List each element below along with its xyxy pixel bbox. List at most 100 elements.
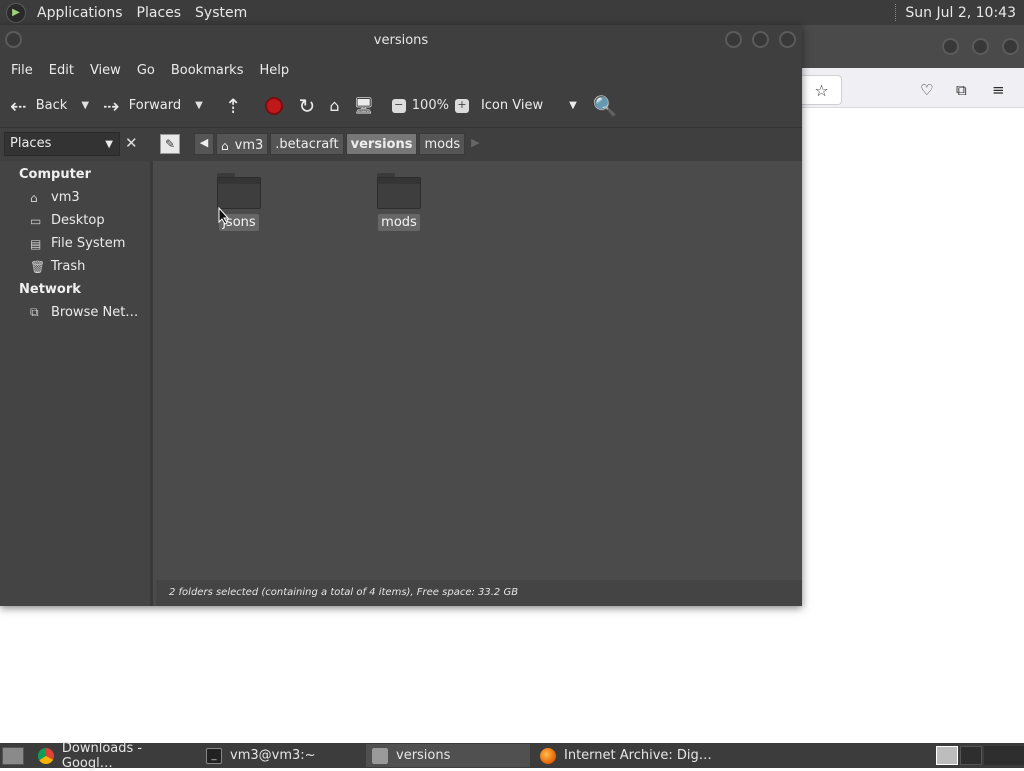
menu-view[interactable]: View <box>82 63 129 78</box>
zoom-in-button[interactable]: + <box>454 98 469 113</box>
back-history-dropdown[interactable]: ▼ <box>81 100 89 111</box>
main-toolbar: ⇠ Back ▼ ⇢ Forward ▼ ⇡ ↻ ⌂ 🖥 − 100% + Ic… <box>0 84 802 128</box>
sidebar-item-browse-network[interactable]: ⧉ Browse Net… <box>0 301 150 324</box>
back-label: Back <box>35 98 68 113</box>
view-mode-label: Icon View <box>480 98 544 113</box>
sidebar-item-label: Desktop <box>51 213 105 228</box>
taskbar-item-terminal[interactable]: _ vm3@vm3:~ <box>200 744 362 767</box>
crumb-label: vm3 <box>234 138 264 153</box>
folder-icon <box>377 173 421 209</box>
menu-edit[interactable]: Edit <box>41 63 82 78</box>
workspace-2[interactable] <box>960 746 982 765</box>
bookmark-star-icon[interactable]: ☆ <box>802 75 842 105</box>
taskbar-item-versions[interactable]: versions <box>366 744 530 767</box>
mouse-cursor-icon <box>218 207 230 225</box>
sidebar-item-label: Trash <box>51 259 86 274</box>
hamburger-menu-icon[interactable]: ≡ <box>992 81 1005 99</box>
browser-titlebar[interactable] <box>802 25 1024 68</box>
breadcrumb: ◀ ⌂ vm3 .betacraft versions mods ▶ <box>194 133 486 155</box>
desktop-icon: ▭ <box>30 213 42 228</box>
distro-logo-icon[interactable]: ▶ <box>6 2 26 23</box>
trash-icon: 🗑 <box>30 259 46 274</box>
workspace-3[interactable] <box>984 746 1024 765</box>
crumb-betacraft[interactable]: .betacraft <box>270 133 344 155</box>
maximize-button[interactable] <box>752 31 769 48</box>
places-menu[interactable]: Places <box>130 5 189 21</box>
task-label: Internet Archive: Dig… <box>564 748 712 763</box>
menu-help[interactable]: Help <box>251 63 297 78</box>
sidebar-item-label: File System <box>51 236 126 251</box>
edit-location-icon[interactable]: ✎ <box>160 134 180 154</box>
crumb-mods[interactable]: mods <box>419 133 466 155</box>
zoom-level: 100% <box>411 98 449 113</box>
places-sidebar: Computer ⌂ vm3 ▭ Desktop ▤ File System 🗑… <box>0 161 153 606</box>
sidebar-item-file-system[interactable]: ▤ File System <box>0 232 150 255</box>
task-label: Downloads - Googl… <box>61 740 143 771</box>
search-icon[interactable]: 🔍 <box>593 94 618 118</box>
minimize-button[interactable] <box>942 38 959 55</box>
stop-icon[interactable] <box>264 96 283 115</box>
maximize-button[interactable] <box>972 38 989 55</box>
folder-label: mods <box>378 214 420 231</box>
status-bar: 2 folders selected (containing a total o… <box>156 580 802 606</box>
home-icon: ⌂ <box>30 190 38 205</box>
crumb-vm3[interactable]: ⌂ vm3 <box>216 133 269 155</box>
crumb-scroll-right[interactable]: ▶ <box>467 133 483 155</box>
close-button[interactable] <box>779 31 796 48</box>
sidebar-item-desktop[interactable]: ▭ Desktop <box>0 209 150 232</box>
menu-go[interactable]: Go <box>129 63 163 78</box>
close-sidebar-icon[interactable]: ✕ <box>125 134 138 152</box>
extensions-icon[interactable]: ⧉ <box>956 81 967 99</box>
sidebar-item-trash[interactable]: 🗑 Trash <box>0 255 150 278</box>
folder-item-mods[interactable]: mods <box>364 173 434 231</box>
location-bar: Places ▼ ✕ ✎ ◀ ⌂ vm3 .betacraft versions… <box>0 128 802 161</box>
folder-icon <box>372 747 388 764</box>
crumb-versions[interactable]: versions <box>345 133 418 155</box>
reload-icon[interactable]: ↻ <box>299 94 316 118</box>
sidebar-item-vm3[interactable]: ⌂ vm3 <box>0 186 150 209</box>
up-arrow-icon[interactable]: ⇡ <box>225 94 242 118</box>
menubar: File Edit View Go Bookmarks Help <box>0 56 802 84</box>
window-title: versions <box>373 33 429 48</box>
applications-menu[interactable]: Applications <box>30 5 130 21</box>
chevron-down-icon: ▼ <box>105 139 113 150</box>
forward-history-dropdown[interactable]: ▼ <box>195 100 203 111</box>
show-desktop-icon[interactable] <box>2 746 24 765</box>
terminal-icon: _ <box>206 747 222 764</box>
task-label: versions <box>396 748 451 763</box>
computer-icon[interactable]: 🖥 <box>353 96 373 115</box>
crumb-scroll-left[interactable]: ◀ <box>194 133 214 155</box>
menu-bookmarks[interactable]: Bookmarks <box>163 63 252 78</box>
menu-file[interactable]: File <box>3 63 41 78</box>
chevron-down-icon: ▼ <box>569 100 577 111</box>
close-button[interactable] <box>1002 38 1019 55</box>
sidebar-item-label: vm3 <box>51 190 80 205</box>
clock[interactable]: Sun Jul 2, 10:43 <box>905 5 1024 21</box>
forward-button[interactable]: ⇢ Forward <box>103 94 181 118</box>
sidebar-heading-computer: Computer <box>19 167 92 182</box>
sidebar-type-selector[interactable]: Places ▼ <box>4 132 120 156</box>
icon-view[interactable]: jsons mods <box>156 161 802 580</box>
panel-separator <box>895 4 897 21</box>
chrome-icon <box>38 747 54 764</box>
window-titlebar[interactable]: versions <box>0 25 802 56</box>
network-icon: ⧉ <box>30 305 39 319</box>
folder-item-jsons[interactable]: jsons <box>204 173 274 231</box>
back-button[interactable]: ⇠ Back <box>10 94 67 118</box>
view-mode-selector[interactable]: Icon View ▼ <box>481 98 577 113</box>
home-icon[interactable]: ⌂ <box>329 96 339 115</box>
top-panel: ▶ Applications Places System Sun Jul 2, … <box>0 0 1024 25</box>
zoom-out-button[interactable]: − <box>391 98 406 113</box>
taskbar-item-firefox[interactable]: Internet Archive: Dig… <box>534 744 714 767</box>
home-icon: ⌂ <box>221 138 229 153</box>
sidebar-type-label: Places <box>10 136 52 151</box>
sidebar-item-label: Browse Net… <box>51 305 139 320</box>
background-browser-window[interactable]: ☆ ♡ ⧉ ≡ <box>802 25 1024 743</box>
workspace-1[interactable] <box>936 746 958 765</box>
forward-label: Forward <box>128 98 182 113</box>
forward-arrow-icon: ⇢ <box>103 93 120 118</box>
system-menu[interactable]: System <box>188 5 254 21</box>
minimize-button[interactable] <box>725 31 742 48</box>
pocket-icon[interactable]: ♡ <box>920 81 933 99</box>
taskbar-item-chrome[interactable]: Downloads - Googl… <box>32 741 196 771</box>
